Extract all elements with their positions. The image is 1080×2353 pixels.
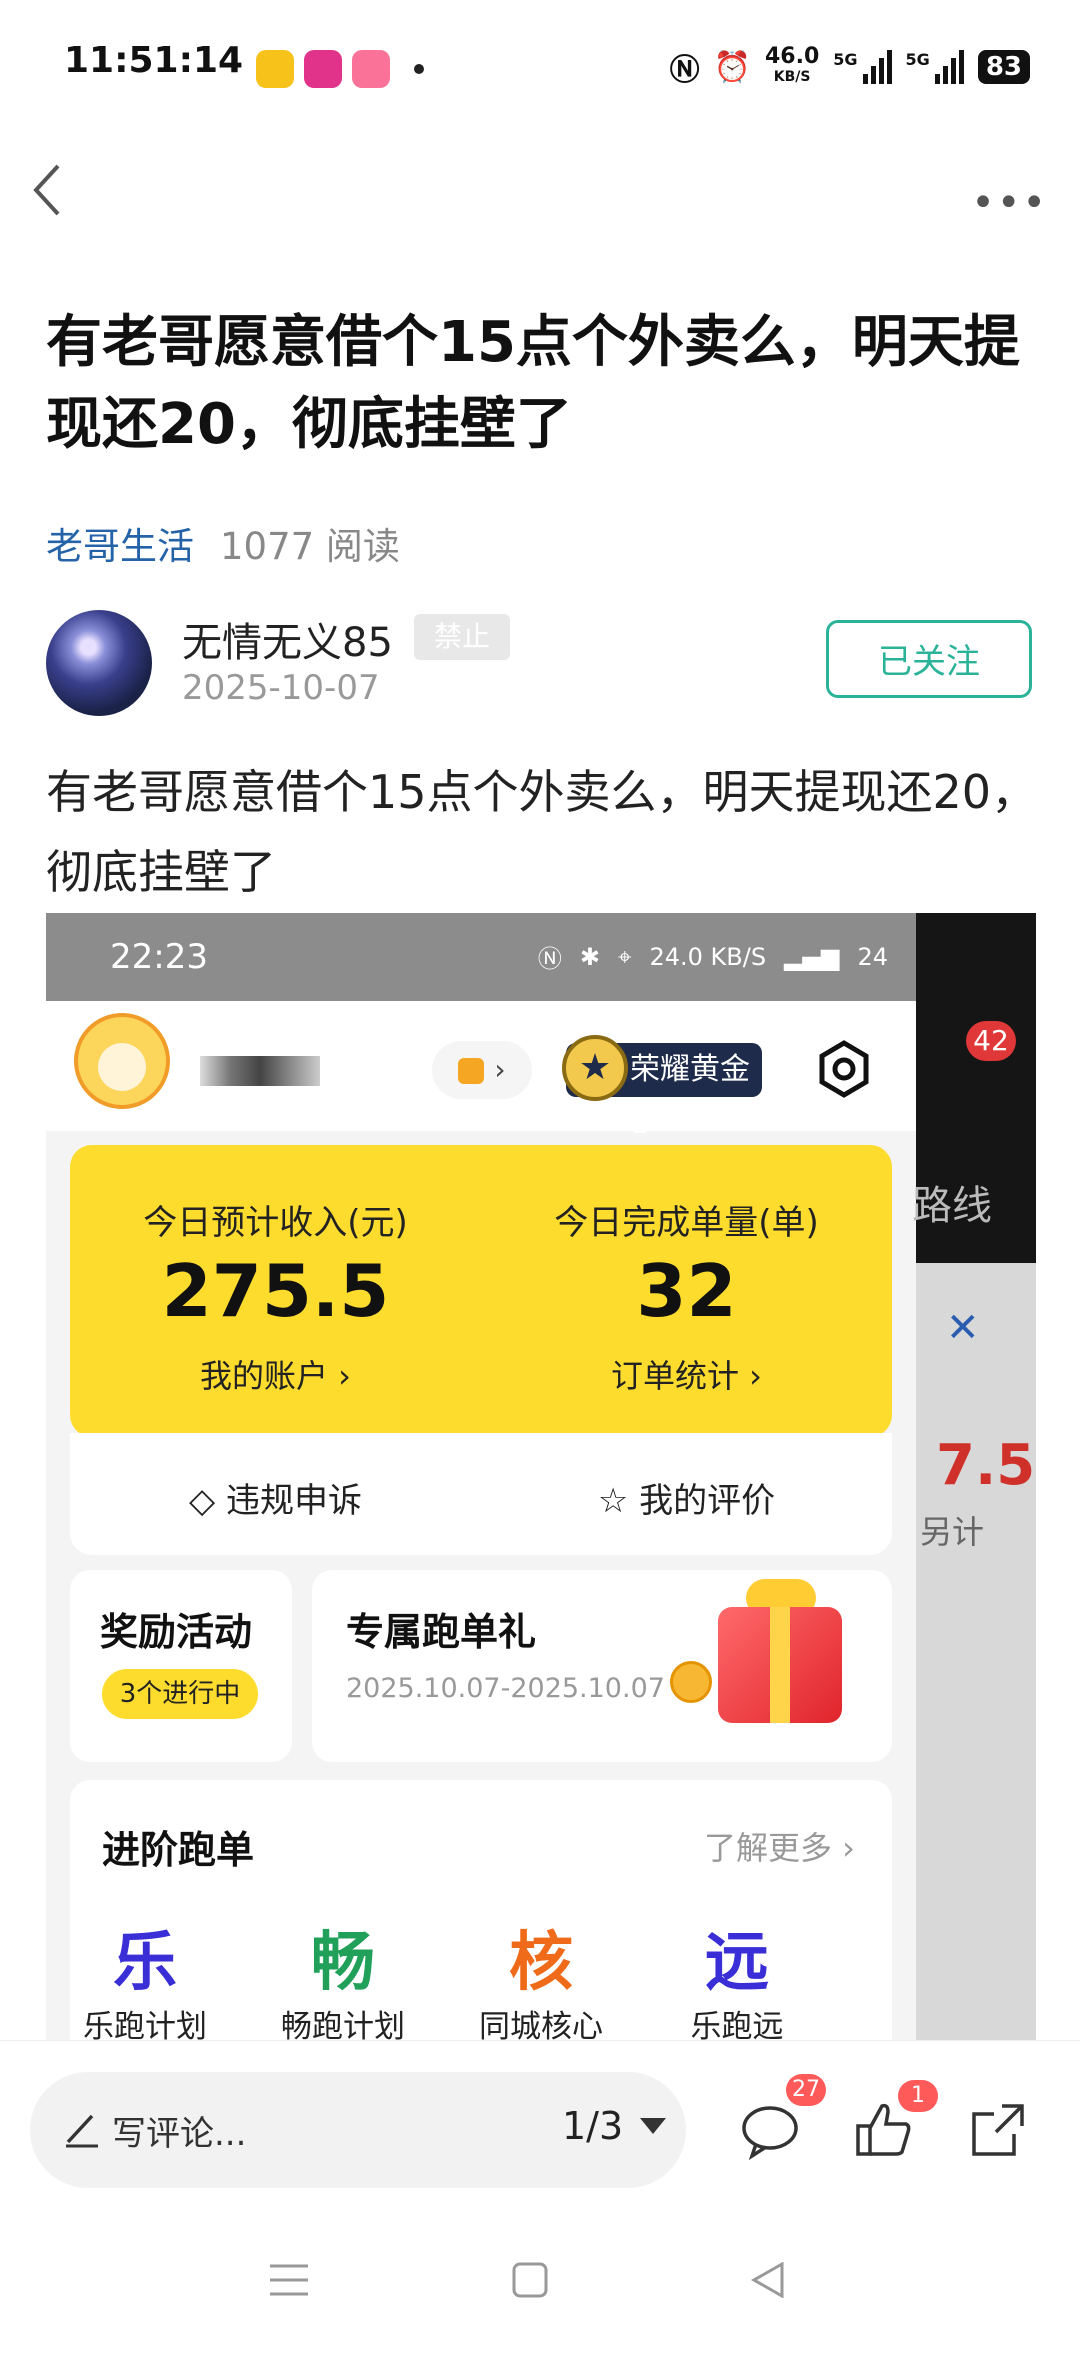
post-date: 2025-10-07	[182, 668, 380, 708]
plan-icon: 远	[705, 1926, 769, 2000]
image-status-bar: 22:23 Ⓝ ✱ ⌖ 24.0 KB/S ▂▄▆ 24	[46, 913, 916, 1001]
menu-icon[interactable]	[268, 2262, 310, 2302]
star-icon: ★	[562, 1035, 628, 1101]
image-status-icons: Ⓝ ✱ ⌖ 24.0 KB/S ▂▄▆ 24	[538, 939, 888, 974]
appeal-link: ◇ 违规申诉	[189, 1481, 362, 1521]
bilibili-icon	[352, 50, 390, 88]
image-quick-links: ◇ 违规申诉 ☆ 我的评价	[70, 1433, 892, 1555]
side-text: 路线	[912, 1183, 992, 1229]
category-link[interactable]: 老哥生活	[46, 525, 194, 568]
comment-icon[interactable]	[738, 2098, 802, 2162]
image-reward-card	[70, 1570, 292, 1762]
close-icon: ✕	[946, 1305, 980, 1351]
net-speed: 46.0 KB/S	[765, 44, 820, 86]
post-body: 有老哥愿意借个15点个外卖么，明天提现还20，彻底挂壁了	[46, 765, 1038, 899]
reward-pill: 3个进行中	[102, 1669, 258, 1719]
orders-label: 今日完成单量(单)	[554, 1203, 819, 1243]
home-icon[interactable]	[512, 2262, 548, 2302]
share-icon[interactable]	[966, 2098, 1030, 2162]
comment-count-badge: 27	[786, 2074, 826, 2106]
reward-title: 奖励活动	[100, 1610, 253, 1654]
account-link: 我的账户 ›	[200, 1357, 351, 1395]
status-icons: Ⓝ ⏰ 46.0 KB/S 5G 5G 83	[670, 44, 1030, 90]
post-meta: 老哥生活 1077 阅读	[46, 516, 400, 570]
image-blurred-name	[200, 1056, 320, 1086]
notification-count: 42	[966, 1021, 1016, 1061]
plan-icon: 畅	[311, 1926, 375, 2000]
chevron-down-icon[interactable]	[640, 2118, 666, 2134]
bluetooth-icon: ✱	[579, 942, 600, 971]
image-avatar-face	[98, 1043, 146, 1091]
follow-button[interactable]: 已关注	[826, 620, 1032, 698]
more-options-icon[interactable]: •••	[971, 180, 1048, 226]
alarm-icon: ⏰	[713, 49, 751, 85]
exclusive-date: 2025.10.07-2025.10.07	[346, 1673, 665, 1704]
gift-ribbon	[770, 1607, 790, 1723]
plan-label: 同城核心	[479, 2009, 603, 2040]
nfc-icon: Ⓝ	[669, 53, 700, 88]
avatar[interactable]	[46, 610, 152, 716]
back-nav-icon[interactable]	[750, 2261, 786, 2302]
diamond-icon: ◇	[189, 1481, 226, 1521]
orders-value: 32	[636, 1249, 737, 1333]
app-notification-icon	[256, 50, 294, 88]
plan-icon: 乐	[113, 1926, 177, 2000]
rating-link: ☆ 我的评价	[597, 1481, 776, 1521]
advanced-more: 了解更多 ›	[704, 1829, 855, 1867]
side-note: 另计	[920, 1513, 985, 1551]
pen-icon	[62, 2108, 102, 2148]
settings-icon	[814, 1039, 874, 1099]
status-badge: 禁止	[414, 614, 510, 660]
signal-icon: 5G	[833, 50, 892, 84]
exclusive-title: 专属跑单礼	[346, 1610, 537, 1654]
author-name[interactable]: 无情无义85	[182, 610, 393, 668]
signal-icon: 5G	[906, 50, 964, 84]
coin-icon	[670, 1661, 712, 1703]
plan-label: 乐跑计划	[83, 2009, 207, 2040]
like-count-badge: 1	[898, 2080, 938, 2112]
more-notifications-dot	[414, 64, 424, 74]
image-status-time: 22:23	[110, 937, 208, 977]
advanced-title: 进阶跑单	[102, 1828, 255, 1872]
image-net-speed: 24.0 KB/S	[649, 942, 767, 971]
comment-placeholder[interactable]: 写评论...	[112, 2106, 246, 2155]
post-image[interactable]: 42 路线 ✕ 7.5 另计 22:23 Ⓝ ✱ ⌖ 24.0 KB/S ▂▄▆…	[46, 913, 1036, 2040]
plan-icon: 核	[509, 1926, 573, 2000]
income-value: 275.5	[161, 1249, 390, 1333]
image-earnings-card: 今日预计收入(元) 275.5 我的账户 › 今日完成单量(单) 32 订单统计…	[70, 1145, 892, 1437]
image-side-panel-light	[916, 1263, 1036, 2040]
page-indicator[interactable]: 1/3	[562, 2104, 623, 2148]
status-bar: 11:51:14 Ⓝ ⏰ 46.0 KB/S 5G 5G 83	[0, 0, 1080, 120]
battery-indicator: 24	[857, 942, 888, 971]
app-notification-icon	[304, 50, 342, 88]
back-icon[interactable]	[28, 160, 68, 220]
battery-indicator: 83	[977, 50, 1030, 84]
status-time: 11:51:14	[64, 40, 244, 81]
plan-label: 畅跑计划	[281, 2009, 405, 2040]
plan-label: 乐跑远	[690, 2009, 784, 2040]
read-count: 1077 阅读	[220, 525, 400, 568]
location-icon: ⌖	[617, 942, 632, 971]
post-title: 有老哥愿意借个15点个外卖么，明天提现还20，彻底挂壁了	[46, 310, 1020, 457]
side-value: 7.5	[936, 1433, 1036, 1498]
image-coin-chip: ›	[432, 1041, 532, 1099]
star-outline-icon: ☆	[597, 1481, 640, 1521]
income-label: 今日预计收入(元)	[143, 1203, 408, 1243]
orders-link: 订单统计 ›	[611, 1357, 762, 1395]
nfc-icon: Ⓝ	[537, 945, 562, 973]
signal-icon: ▂▄▆	[784, 942, 840, 971]
